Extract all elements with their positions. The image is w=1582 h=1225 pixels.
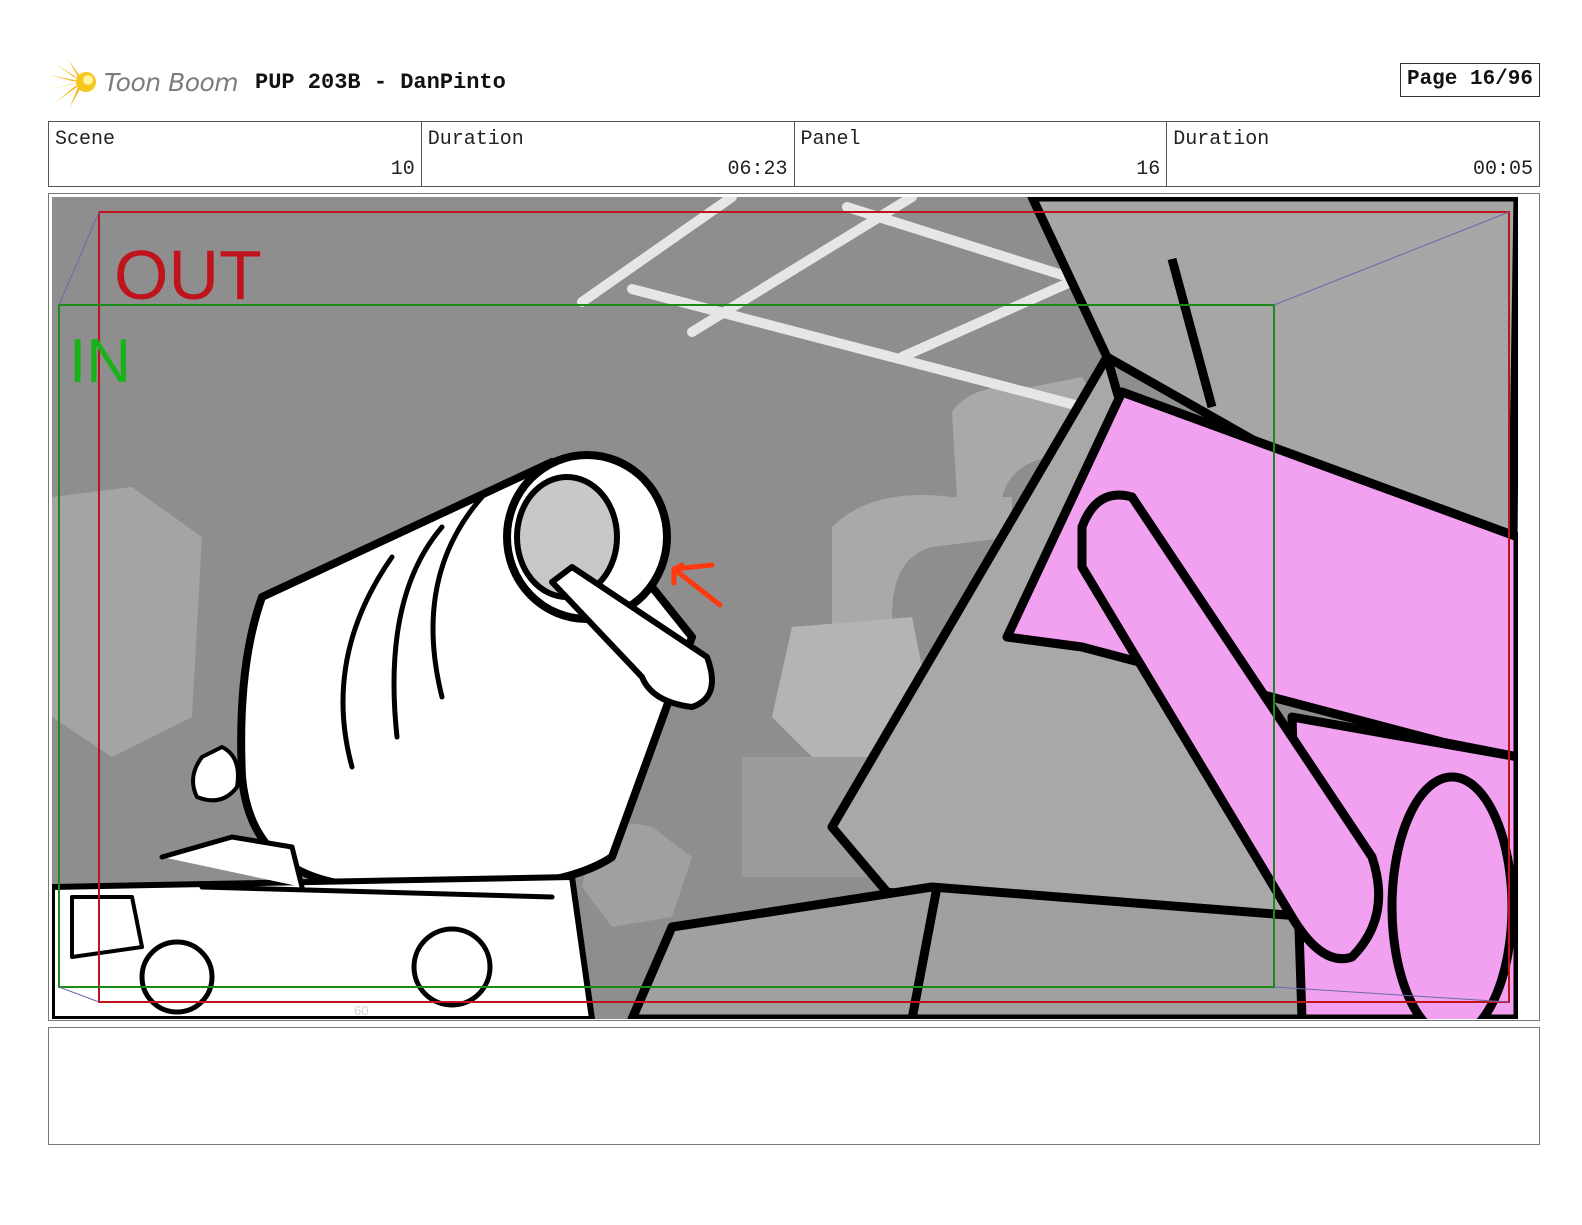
in-frame-label: IN: [69, 327, 131, 396]
toon-boom-logo: Toon Boom: [50, 56, 239, 108]
panel-cell: Panel 16: [793, 122, 1167, 186]
document-title: PUP 203B - DanPinto: [255, 70, 506, 95]
panel-notes: [48, 1027, 1540, 1145]
panel-artwork: OUT IN 60: [52, 197, 1518, 1019]
starburst-icon: [50, 59, 96, 107]
panel-duration-label: Duration: [1173, 128, 1270, 151]
panel-value: 16: [1136, 158, 1161, 181]
scene-duration-label: Duration: [427, 128, 524, 151]
page-indicator: Page 16/96: [1399, 63, 1540, 97]
panel-duration-cell: Duration 00:05: [1166, 122, 1539, 186]
logo-text: Toon Boom: [104, 67, 239, 97]
scene-value: 10: [390, 158, 415, 181]
scene-duration-cell: Duration 06:23: [420, 122, 794, 186]
panel-label: Panel: [800, 128, 861, 151]
storyboard-panel: OUT IN 60: [48, 193, 1540, 1021]
page-header: Toon Boom PUP 203B - DanPinto Page 16/96: [50, 56, 1540, 108]
scene-cell: Scene 10: [49, 122, 421, 186]
background-rocks: [52, 487, 202, 757]
panel-info-table: Scene 10 Duration 06:23 Panel 16 Duratio…: [48, 121, 1540, 187]
out-frame-label: OUT: [114, 236, 262, 314]
scene-label: Scene: [55, 128, 116, 151]
frame-number: 60: [354, 1003, 368, 1018]
panel-duration-value: 00:05: [1472, 158, 1533, 181]
scene-duration-value: 06:23: [727, 158, 788, 181]
